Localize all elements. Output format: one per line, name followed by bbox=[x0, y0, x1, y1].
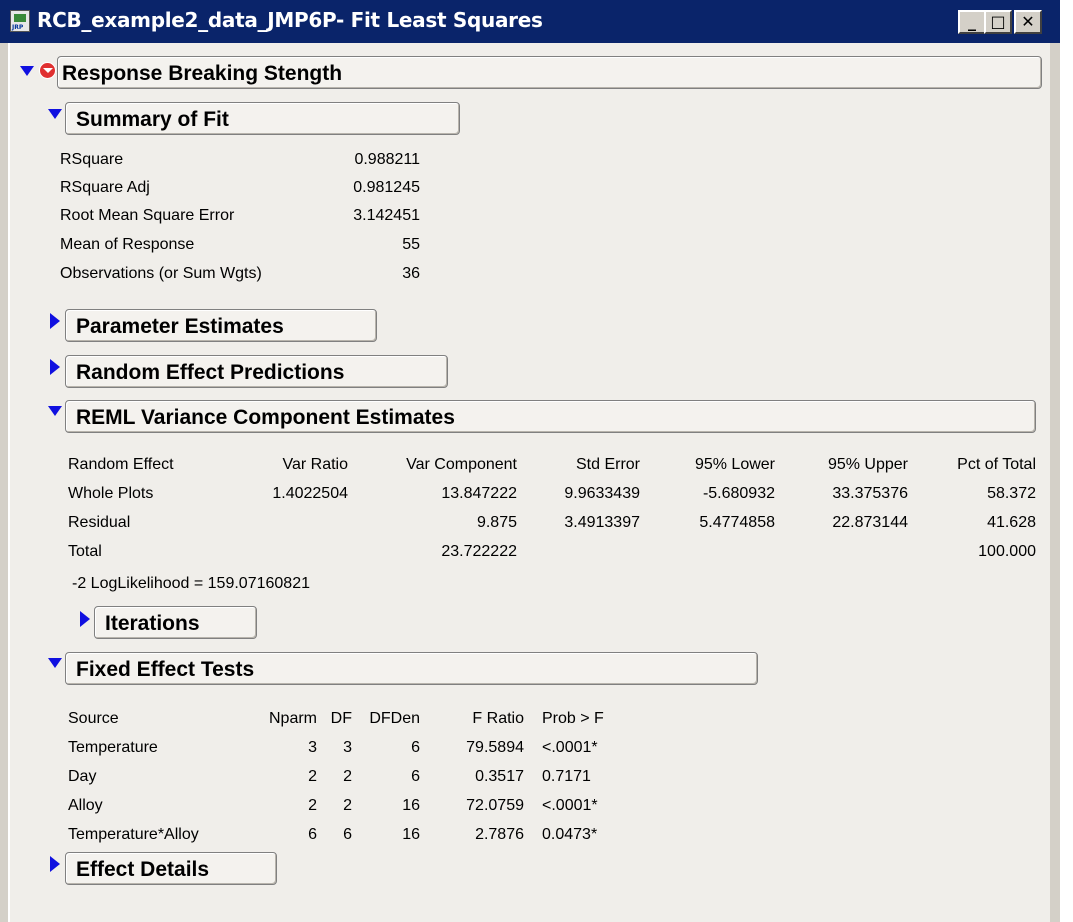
summary-value-rmse: 3.142451 bbox=[353, 207, 420, 224]
table-cell: 6 bbox=[411, 739, 420, 756]
response-title: Response Breaking Stength bbox=[62, 62, 343, 85]
table-cell: 0.0473* bbox=[542, 826, 598, 843]
table-cell: 3 bbox=[343, 739, 352, 756]
effect-details-header[interactable]: Effect Details bbox=[65, 852, 277, 885]
reml-col-std-error: Std Error bbox=[575, 456, 640, 473]
summary-value-rsquare-adj: 0.981245 bbox=[353, 179, 420, 196]
fixed-col-df: DF bbox=[330, 710, 352, 727]
summary-label-rsquare-adj: RSquare Adj bbox=[60, 179, 150, 196]
fixed-col-source: Source bbox=[68, 710, 119, 727]
loglikelihood-text: -2 LogLikelihood = 159.07160821 bbox=[72, 575, 310, 592]
table-cell: Total bbox=[68, 543, 102, 560]
title-bar[interactable]: RCB_example2_data_JMP6P- Fit Least Squar… bbox=[0, 0, 1060, 43]
reml-col-95-lower: 95% Lower bbox=[694, 456, 775, 473]
summary-value-observations: 36 bbox=[402, 265, 420, 282]
jmp-app-icon[interactable] bbox=[10, 10, 30, 32]
table-cell: 16 bbox=[402, 797, 420, 814]
summary-label-observations: Observations (or Sum Wgts) bbox=[60, 265, 262, 282]
parameter-estimates-header[interactable]: Parameter Estimates bbox=[65, 309, 377, 342]
reml-header[interactable]: REML Variance Component Estimates bbox=[65, 400, 1036, 433]
red-triangle-menu-icon[interactable] bbox=[39, 62, 56, 79]
table-cell: 72.0759 bbox=[466, 797, 524, 814]
param-estimates-disclosure-icon[interactable] bbox=[50, 313, 60, 329]
effect-details-title: Effect Details bbox=[76, 858, 210, 881]
fixed-col-dfden: DFDen bbox=[369, 710, 420, 727]
table-cell: 13.847222 bbox=[441, 485, 517, 502]
table-cell: Whole Plots bbox=[68, 485, 154, 502]
table-cell: 3 bbox=[308, 739, 317, 756]
table-cell: Temperature*Alloy bbox=[68, 826, 199, 843]
response-outline-header[interactable]: Response Breaking Stength bbox=[57, 56, 1042, 89]
table-cell: 100.000 bbox=[978, 543, 1036, 560]
reml-col-random-effect: Random Effect bbox=[68, 456, 174, 473]
table-cell: 2 bbox=[343, 768, 352, 785]
report-content: Response Breaking Stength Summary of Fit… bbox=[8, 43, 1050, 922]
summary-value-mean-response: 55 bbox=[402, 236, 420, 253]
random-effect-disclosure-icon[interactable] bbox=[50, 359, 60, 375]
reml-disclosure-icon[interactable] bbox=[48, 406, 62, 416]
fixed-col-nparm: Nparm bbox=[268, 710, 317, 727]
table-cell: 58.372 bbox=[987, 485, 1036, 502]
reml-col-95-upper: 95% Upper bbox=[827, 456, 908, 473]
table-cell: Day bbox=[68, 768, 97, 785]
summary-value-rsquare: 0.988211 bbox=[354, 151, 420, 168]
table-cell: 6 bbox=[411, 768, 420, 785]
table-cell: 5.4774858 bbox=[699, 514, 775, 531]
reml-col-var-component: Var Component bbox=[406, 456, 517, 473]
window-title: RCB_example2_data_JMP6P- Fit Least Squar… bbox=[37, 8, 543, 32]
maximize-button[interactable]: □ bbox=[984, 10, 1012, 34]
table-cell: -5.680932 bbox=[702, 485, 775, 502]
fixed-effect-tests-header[interactable]: Fixed Effect Tests bbox=[65, 652, 758, 685]
iterations-disclosure-icon[interactable] bbox=[80, 611, 90, 627]
fixed-col-f-ratio: F Ratio bbox=[472, 710, 524, 727]
fixed-effect-disclosure-icon[interactable] bbox=[48, 658, 62, 668]
table-cell: 33.375376 bbox=[832, 485, 908, 502]
table-cell: 3.4913397 bbox=[564, 514, 640, 531]
fixed-col-prob-f: Prob > F bbox=[542, 710, 604, 727]
minimize-button[interactable]: _ bbox=[958, 10, 986, 34]
summary-label-rsquare: RSquare bbox=[60, 151, 124, 168]
reml-col-var-ratio: Var Ratio bbox=[282, 456, 348, 473]
table-cell: 79.5894 bbox=[466, 739, 524, 756]
table-cell: 2.7876 bbox=[475, 826, 524, 843]
summary-label-mean-response: Mean of Response bbox=[60, 236, 195, 253]
table-cell: 0.3517 bbox=[475, 768, 524, 785]
parameter-estimates-title: Parameter Estimates bbox=[76, 315, 284, 338]
close-button[interactable]: ✕ bbox=[1014, 10, 1042, 34]
random-effect-predictions-title: Random Effect Predictions bbox=[76, 361, 345, 384]
table-cell: 2 bbox=[308, 797, 317, 814]
summary-label-rmse: Root Mean Square Error bbox=[60, 207, 235, 224]
summary-of-fit-header[interactable]: Summary of Fit bbox=[65, 102, 460, 135]
table-cell: Temperature bbox=[68, 739, 158, 756]
table-cell: <.0001* bbox=[542, 739, 598, 756]
iterations-title: Iterations bbox=[105, 612, 200, 635]
table-cell: 6 bbox=[308, 826, 317, 843]
effect-details-disclosure-icon[interactable] bbox=[50, 856, 60, 872]
app-window: RCB_example2_data_JMP6P- Fit Least Squar… bbox=[0, 0, 1060, 922]
table-cell: 16 bbox=[402, 826, 420, 843]
table-cell: 23.722222 bbox=[441, 543, 517, 560]
reml-title: REML Variance Component Estimates bbox=[76, 406, 455, 429]
table-cell: 9.875 bbox=[476, 514, 517, 531]
summary-of-fit-title: Summary of Fit bbox=[76, 108, 229, 131]
response-disclosure-icon[interactable] bbox=[20, 66, 34, 76]
table-cell: 1.4022504 bbox=[272, 485, 348, 502]
iterations-header[interactable]: Iterations bbox=[94, 606, 257, 639]
table-cell: <.0001* bbox=[542, 797, 598, 814]
table-cell: 2 bbox=[308, 768, 317, 785]
random-effect-predictions-header[interactable]: Random Effect Predictions bbox=[65, 355, 448, 388]
reml-col-pct-total: Pct of Total bbox=[957, 456, 1036, 473]
summary-disclosure-icon[interactable] bbox=[48, 109, 62, 119]
table-cell: Alloy bbox=[68, 797, 103, 814]
table-cell: 2 bbox=[343, 797, 352, 814]
table-cell: Residual bbox=[68, 514, 131, 531]
table-cell: 41.628 bbox=[987, 514, 1036, 531]
fixed-effect-tests-title: Fixed Effect Tests bbox=[76, 658, 255, 681]
table-cell: 6 bbox=[343, 826, 352, 843]
table-cell: 0.7171 bbox=[542, 768, 591, 785]
table-cell: 9.9633439 bbox=[564, 485, 640, 502]
table-cell: 22.873144 bbox=[832, 514, 908, 531]
